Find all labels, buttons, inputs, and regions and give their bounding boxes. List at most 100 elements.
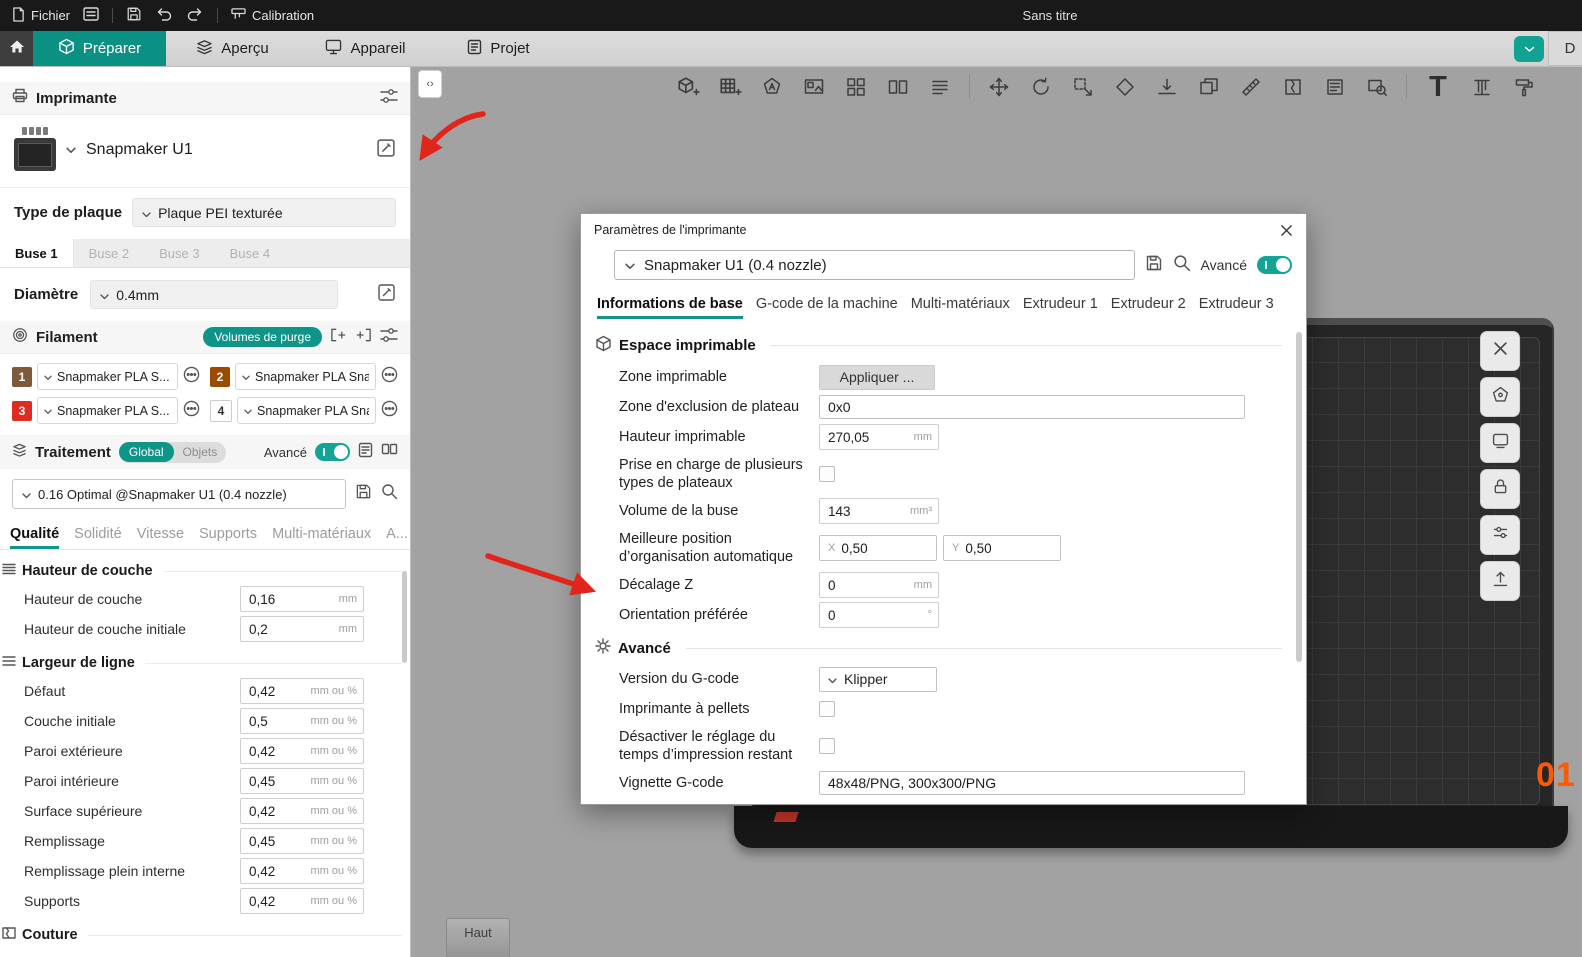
color-paint-icon[interactable] — [1509, 72, 1539, 102]
chevron-down-icon[interactable] — [66, 141, 76, 159]
scope-toggle[interactable]: Global Objets — [118, 441, 227, 463]
auto-arrange-icon[interactable] — [757, 72, 787, 102]
layout-icon[interactable] — [799, 72, 829, 102]
tab-nozzle-2[interactable]: Buse 2 — [74, 239, 144, 267]
disable-remaining-time-checkbox[interactable] — [819, 738, 835, 754]
diameter-select[interactable]: 0.4mm — [90, 280, 339, 309]
tab-multimaterial[interactable]: Multi-matériaux — [911, 296, 1010, 319]
filament-menu-icon[interactable] — [183, 400, 200, 422]
tab-machine-gcode[interactable]: G-code de la machine — [756, 296, 898, 319]
preferred-orientation-input[interactable] — [820, 607, 926, 623]
settings-list-icon[interactable] — [358, 442, 373, 463]
scale-icon[interactable] — [1068, 72, 1098, 102]
tab-nozzle-4[interactable]: Buse 4 — [215, 239, 285, 267]
account-dropdown[interactable] — [1514, 35, 1544, 62]
home-button[interactable] — [0, 31, 33, 66]
dialog-scrollbar[interactable] — [1296, 332, 1302, 662]
outer-wall-line-width-input[interactable] — [241, 743, 309, 759]
tab-nozzle-3[interactable]: Buse 3 — [144, 239, 214, 267]
tab-project[interactable]: Projet — [432, 31, 565, 66]
rotate-icon[interactable] — [1026, 72, 1056, 102]
initial-layer-line-width-input[interactable] — [241, 713, 309, 729]
initial-layer-height-input[interactable] — [241, 621, 337, 637]
deselect-button[interactable] — [1480, 331, 1520, 371]
flatten-icon[interactable] — [1152, 72, 1182, 102]
inner-wall-line-width-input[interactable] — [241, 773, 309, 789]
move-icon[interactable] — [984, 72, 1014, 102]
measure-icon[interactable] — [1236, 72, 1266, 102]
tab-extruder-3[interactable]: Extrudeur 3 — [1199, 296, 1274, 319]
top-surface-line-width-input[interactable] — [241, 803, 309, 819]
best-position-y-input[interactable] — [963, 539, 1060, 557]
insert-filament-after-icon[interactable] — [355, 328, 372, 347]
edit-nozzle-icon[interactable] — [377, 283, 396, 307]
infill-line-width-input[interactable] — [241, 833, 309, 849]
view-cube-top-face[interactable]: Haut — [446, 918, 510, 957]
search-icon[interactable] — [1173, 254, 1191, 277]
objects-compare-icon[interactable] — [381, 442, 398, 462]
scope-global[interactable]: Global — [118, 442, 174, 462]
save-icon[interactable] — [1145, 254, 1163, 277]
edit-printer-icon[interactable] — [376, 138, 396, 163]
lasso-icon[interactable] — [1110, 72, 1140, 102]
search-icon[interactable] — [381, 483, 398, 505]
filament-menu-icon[interactable] — [381, 366, 398, 388]
move-up-button[interactable] — [1480, 561, 1520, 601]
gcode-flavor-select[interactable]: Klipper — [819, 666, 937, 692]
save-icon[interactable] — [126, 6, 142, 25]
apply-button[interactable]: Appliquer ... — [819, 364, 935, 390]
z-offset-input[interactable] — [820, 577, 912, 593]
tab-device[interactable]: Appareil — [299, 31, 432, 66]
tab-quality[interactable]: Qualité — [10, 526, 60, 549]
filament-color-swatch[interactable]: 4 — [210, 399, 232, 422]
undo-icon[interactable] — [155, 7, 173, 25]
tune-icon[interactable] — [380, 88, 398, 109]
tab-strength[interactable]: Solidité — [74, 526, 122, 549]
scope-objects[interactable]: Objets — [174, 442, 227, 462]
layer-height-input[interactable] — [241, 591, 337, 607]
advanced-toggle[interactable] — [1257, 256, 1292, 274]
plate-sliders-button[interactable] — [1480, 515, 1520, 555]
add-object-icon[interactable] — [673, 72, 703, 102]
insert-filament-before-icon[interactable] — [330, 328, 347, 347]
filament-select[interactable]: Snapmaker PLA S... — [37, 363, 178, 390]
save-preset-icon[interactable] — [355, 483, 372, 505]
printer-preset-select[interactable]: Snapmaker U1 (0.4 nozzle) — [614, 250, 1135, 280]
tab-supports[interactable]: Supports — [199, 526, 257, 549]
split-objects-icon[interactable] — [841, 72, 871, 102]
purge-volumes-button[interactable]: Volumes de purge — [203, 327, 322, 347]
tab-extruder-1[interactable]: Extrudeur 1 — [1023, 296, 1098, 319]
tab-preview[interactable]: Aperçu — [166, 31, 299, 66]
support-paint-icon[interactable] — [1467, 72, 1497, 102]
filament-select[interactable]: Snapmaker PLA S... — [37, 397, 178, 424]
sidebar-scrollbar[interactable] — [402, 571, 407, 663]
process-preset-select[interactable]: 0.16 Optimal @Snapmaker U1 (0.4 nozzle) — [12, 479, 346, 509]
split-plates-icon[interactable] — [883, 72, 913, 102]
clone-icon[interactable] — [1194, 72, 1224, 102]
calibration-menu[interactable]: Calibration — [231, 7, 314, 24]
support-line-width-input[interactable] — [241, 893, 309, 909]
tab-others[interactable]: A... — [386, 526, 408, 549]
tab-speed[interactable]: Vitesse — [137, 526, 184, 549]
filament-select[interactable]: Snapmaker PLA Sna... — [237, 397, 376, 424]
tune-icon[interactable] — [380, 327, 398, 348]
stack-list-icon[interactable] — [925, 72, 955, 102]
seam-paint-icon[interactable] — [1278, 72, 1308, 102]
tab-extruder-2[interactable]: Extrudeur 2 — [1111, 296, 1186, 319]
pellet-printer-checkbox[interactable] — [819, 701, 835, 717]
gcode-icon[interactable] — [1320, 72, 1350, 102]
tab-nozzle-1[interactable]: Buse 1 — [0, 239, 74, 267]
add-plate-icon[interactable] — [715, 72, 745, 102]
internal-solid-infill-line-width-input[interactable] — [241, 863, 309, 879]
filament-color-swatch[interactable]: 1 — [12, 366, 32, 387]
filament-color-swatch[interactable]: 2 — [210, 366, 230, 387]
close-icon[interactable] — [1280, 224, 1293, 237]
best-position-x-input[interactable] — [839, 539, 936, 557]
redo-icon[interactable] — [186, 7, 204, 25]
tab-prepare[interactable]: Préparer — [33, 31, 166, 66]
filament-select[interactable]: Snapmaker PLA Sna... — [235, 363, 376, 390]
menu-icon[interactable] — [83, 7, 99, 24]
multi-bed-checkbox[interactable] — [819, 466, 835, 482]
lock-button[interactable] — [1480, 469, 1520, 509]
gcode-thumbnail-input[interactable] — [819, 771, 1245, 795]
